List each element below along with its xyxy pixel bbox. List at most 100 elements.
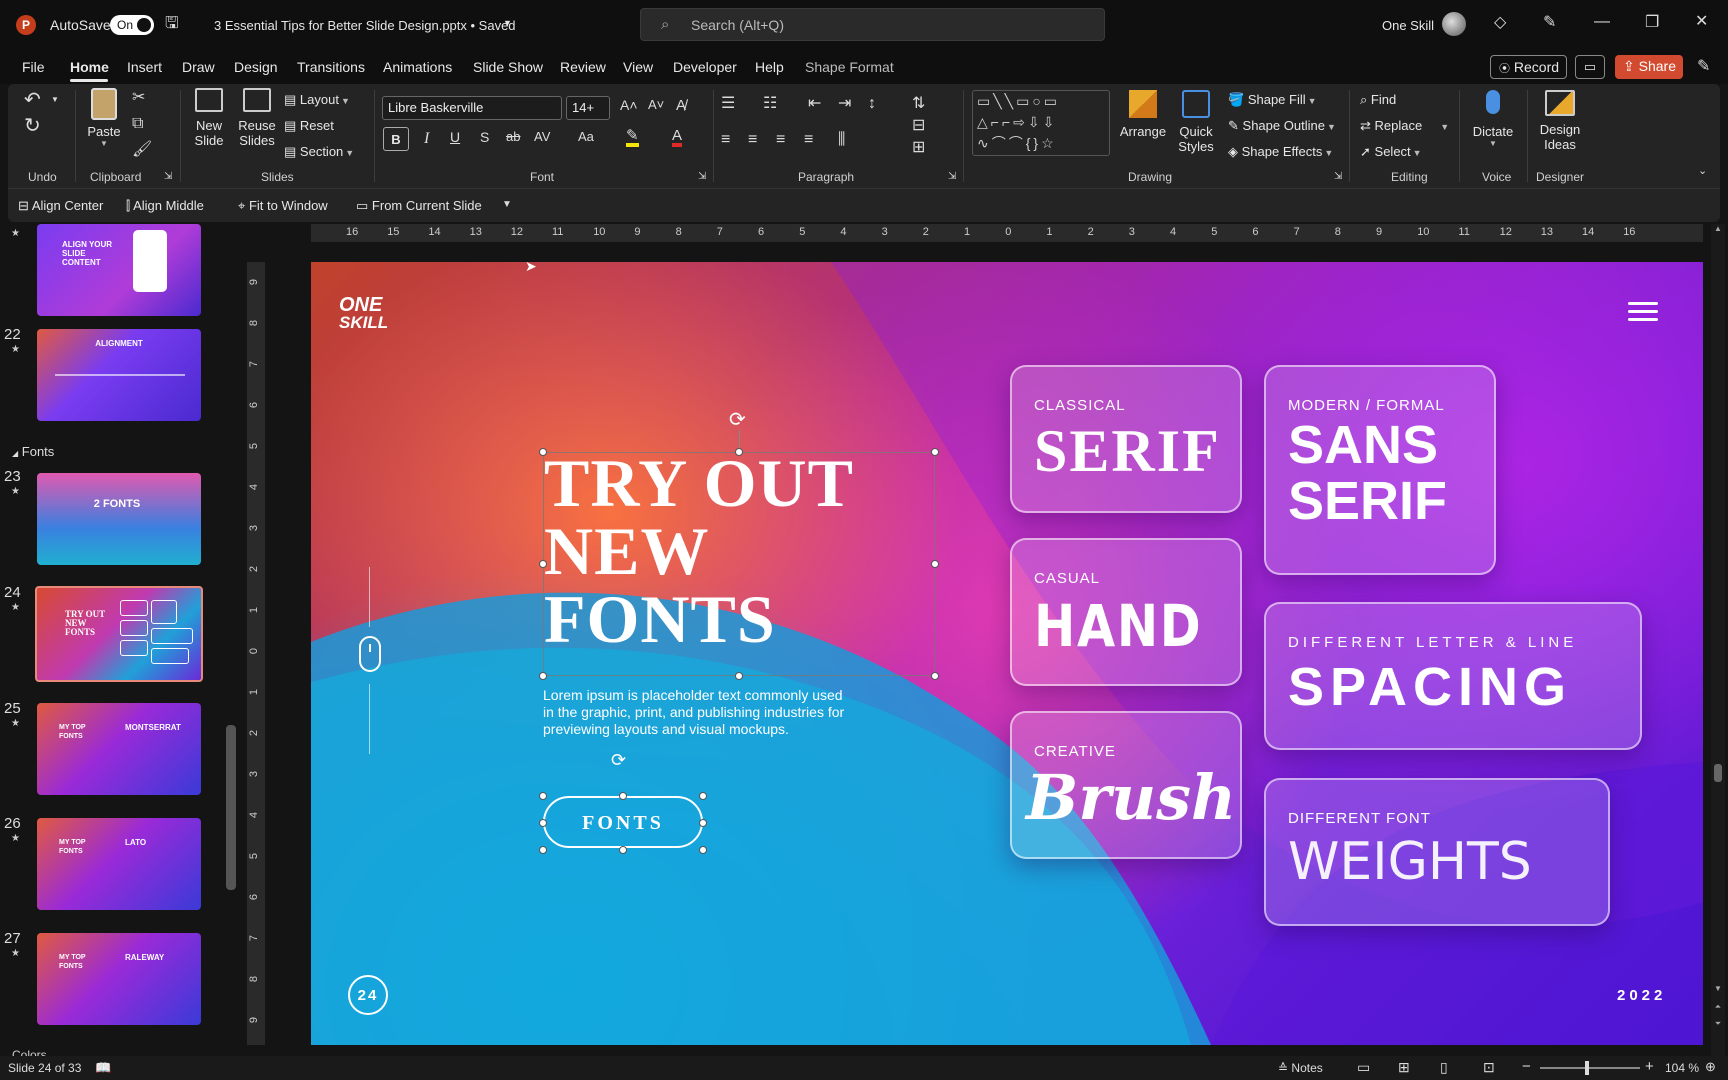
design-ideas-button[interactable]: Design Ideas — [1532, 90, 1588, 152]
card-sans-serif[interactable]: MODERN / FORMAL SANS SERIF — [1264, 365, 1496, 575]
menu-file[interactable]: File — [22, 59, 45, 75]
card-brush[interactable]: CREATIVE Brush — [1010, 711, 1242, 859]
resize-handle[interactable] — [699, 819, 707, 827]
pen-icon[interactable]: ✎ — [1543, 15, 1556, 31]
zoom-out-icon[interactable]: − — [1522, 1058, 1531, 1075]
zoom-in-icon[interactable]: + — [1645, 1058, 1654, 1075]
layout-button[interactable]: ▤ Layout ▼ — [284, 92, 350, 108]
smartart-icon[interactable]: ⊞ — [912, 140, 925, 156]
heading-textbox[interactable]: TRY OUT NEW FONTS — [543, 449, 935, 676]
paste-button[interactable]: Paste ▼ — [84, 88, 124, 158]
vertical-ruler[interactable]: 9 8 7 6 5 4 3 2 1 0 1 2 3 4 5 6 7 8 9 — [247, 262, 265, 1045]
replace-button[interactable]: ⇄ Replace ▼ — [1360, 118, 1449, 134]
align-middle-button[interactable]: ⫿ Align Middle — [126, 198, 204, 214]
shape-outline-button[interactable]: ✎ Shape Outline ▼ — [1228, 118, 1336, 134]
search-box[interactable]: ⌕ Search (Alt+Q) — [640, 8, 1105, 41]
minimize-icon[interactable]: — — [1594, 14, 1610, 30]
section-header[interactable]: Colors — [12, 1048, 47, 1056]
shape-fill-button[interactable]: 🪣 Shape Fill ▼ — [1228, 92, 1317, 108]
reading-view-icon[interactable]: ▯ — [1440, 1059, 1448, 1076]
clear-formatting-icon[interactable]: A̸ — [676, 98, 686, 113]
bold-button[interactable]: B — [383, 127, 409, 151]
card-spacing[interactable]: DIFFERENT LETTER & LINE SPACING — [1264, 602, 1642, 750]
resize-handle[interactable] — [539, 846, 547, 854]
resize-handle[interactable] — [539, 560, 547, 568]
zoom-level[interactable]: 104 % — [1665, 1061, 1699, 1075]
from-current-slide-button[interactable]: ▭ From Current Slide — [356, 198, 482, 214]
resize-handle[interactable] — [931, 672, 939, 680]
zoom-slider[interactable] — [1540, 1061, 1640, 1075]
resize-handle[interactable] — [539, 448, 547, 456]
previous-slide-icon[interactable]: ⏶ — [1711, 1002, 1725, 1012]
horizontal-ruler[interactable]: 16 15 14 13 12 11 10 9 8 7 6 5 4 3 2 1 0 1 2 3 4 5 6 7 8 9 10 11 12 1… — [311, 224, 1703, 242]
card-serif[interactable]: CLASSICAL SERIF — [1010, 365, 1242, 513]
increase-indent-icon[interactable]: ⇥ — [838, 96, 851, 112]
italic-icon[interactable]: I — [424, 131, 429, 147]
section-button[interactable]: ▤ Section ▼ — [284, 144, 354, 160]
fit-slide-icon[interactable]: ⊕ — [1705, 1059, 1716, 1075]
justify-icon[interactable]: ≡ — [804, 132, 813, 148]
slide-thumbnail[interactable]: 2 FONTS — [37, 473, 201, 565]
cut-icon[interactable]: ✂ — [132, 90, 145, 106]
notes-button[interactable]: ≙ Notes — [1278, 1061, 1323, 1075]
customize-toolbar-icon[interactable]: ▼ — [502, 200, 512, 210]
user-name[interactable]: One Skill — [1382, 18, 1434, 33]
slideshow-icon[interactable]: ⊡ — [1483, 1059, 1495, 1076]
thumbnail-scrollbar-thumb[interactable] — [226, 725, 236, 890]
slide-fonts-button[interactable]: FONTS — [543, 796, 703, 848]
scroll-thumb[interactable] — [1714, 764, 1722, 782]
undo-icon[interactable]: ↶ — [24, 90, 41, 110]
dialog-launcher-icon[interactable]: ⇲ — [698, 172, 706, 182]
strikethrough-icon[interactable]: ab — [506, 130, 520, 143]
avatar[interactable] — [1442, 12, 1466, 36]
character-spacing-icon[interactable]: AV — [534, 130, 550, 143]
select-button[interactable]: ➚ Select ▼ — [1360, 144, 1422, 160]
align-center-button[interactable]: ⊟ Align Center — [18, 198, 103, 214]
align-center-icon[interactable]: ≡ — [748, 132, 757, 148]
shapes-gallery[interactable]: ▭╲╲▭○▭ △⌐⌐⇨⇩⇩ ∿⌒⌒{}☆ — [972, 90, 1110, 156]
increase-font-size-icon[interactable]: A˄ — [620, 98, 638, 112]
font-name-select[interactable]: Libre Baskerville — [382, 96, 562, 120]
reuse-slides-button[interactable]: Reuse Slides — [236, 88, 278, 164]
card-weights[interactable]: DIFFERENT FONT WEIGHTS — [1264, 778, 1610, 926]
card-hand[interactable]: CASUAL HAND — [1010, 538, 1242, 686]
slide-canvas[interactable]: ONE SKILL TRY OUT NEW FONTS ⟳ Lorem ipsu… — [311, 262, 1703, 1045]
dictate-button[interactable]: Dictate ▼ — [1468, 90, 1518, 148]
chevron-down-icon[interactable]: ▼ — [503, 18, 512, 28]
close-icon[interactable]: ✕ — [1695, 14, 1708, 30]
menu-review[interactable]: Review — [560, 59, 606, 75]
resize-handle[interactable] — [539, 792, 547, 800]
decrease-indent-icon[interactable]: ⇤ — [808, 96, 821, 112]
align-left-icon[interactable]: ≡ — [721, 132, 730, 148]
slide-thumbnail[interactable]: ALIGNMENT — [37, 329, 201, 421]
rotate-handle-icon[interactable]: ⟳ — [611, 750, 626, 771]
change-case-icon[interactable]: Aa — [578, 130, 594, 143]
scroll-up-icon[interactable]: ▲ — [1711, 224, 1725, 233]
menu-developer[interactable]: Developer — [673, 59, 737, 75]
resize-handle[interactable] — [539, 672, 547, 680]
slide-thumbnail[interactable]: MY TOP FONTS LATO — [37, 818, 201, 910]
menu-draw[interactable]: Draw — [182, 59, 215, 75]
new-slide-button[interactable]: New Slide — [188, 88, 230, 164]
slide-scrollbar[interactable]: ▲ ▼ ⏶ ⏷ — [1711, 224, 1725, 1056]
shadow-icon[interactable]: S — [480, 130, 489, 144]
resize-handle[interactable] — [619, 846, 627, 854]
dialog-launcher-icon[interactable]: ⇲ — [1334, 172, 1342, 182]
line-spacing-icon[interactable]: ↕ — [868, 96, 876, 112]
diamond-icon[interactable]: ◇ — [1494, 15, 1506, 31]
align-right-icon[interactable]: ≡ — [776, 132, 785, 148]
collapse-ribbon-icon[interactable]: ⌄ — [1698, 166, 1707, 177]
menu-animations[interactable]: Animations — [383, 59, 452, 75]
section-header[interactable]: ◢ Fonts — [12, 444, 54, 459]
menu-transitions[interactable]: Transitions — [297, 59, 365, 75]
decrease-font-size-icon[interactable]: A˅ — [648, 98, 664, 111]
highlight-icon[interactable]: ✎ — [626, 128, 639, 147]
next-slide-icon[interactable]: ⏷ — [1711, 1019, 1725, 1029]
menu-home[interactable]: Home — [70, 59, 109, 75]
menu-view[interactable]: View — [623, 59, 653, 75]
text-direction-icon[interactable]: ⇅ — [912, 96, 925, 112]
menu-slide-show[interactable]: Slide Show — [473, 59, 543, 75]
redo-icon[interactable]: ↻ — [24, 116, 41, 136]
slide-sorter-icon[interactable]: ⊞ — [1398, 1059, 1410, 1076]
dialog-launcher-icon[interactable]: ⇲ — [948, 172, 956, 182]
